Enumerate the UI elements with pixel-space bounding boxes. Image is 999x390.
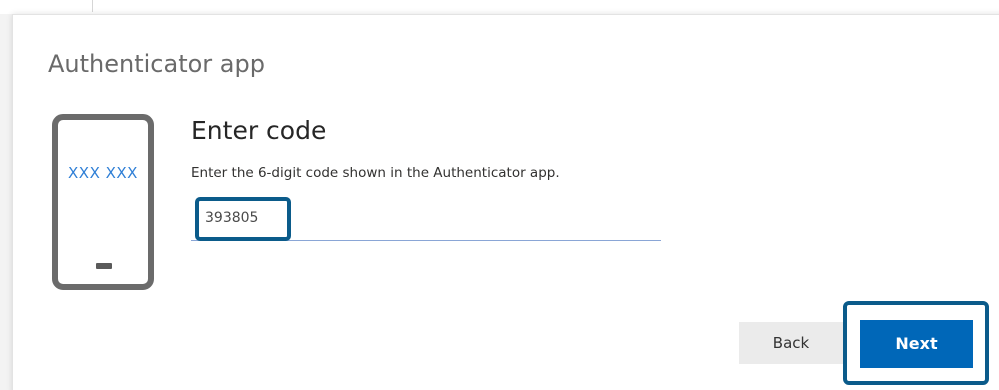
divider (92, 0, 93, 12)
code-input-value[interactable]: 393805 (205, 210, 258, 226)
phone-home-button (96, 263, 112, 269)
next-button[interactable]: Next (860, 320, 973, 368)
enter-code-heading: Enter code (191, 116, 327, 145)
code-instruction: Enter the 6-digit code shown in the Auth… (191, 165, 560, 181)
top-strip (0, 0, 999, 14)
back-button[interactable]: Back (739, 322, 843, 364)
smartphone-icon: XXX XXX (52, 114, 154, 290)
phone-code-placeholder: XXX XXX (68, 164, 138, 182)
authenticator-setup-page: Authenticator app XXX XXX Enter code Ent… (0, 0, 999, 390)
section-title: Authenticator app (48, 50, 265, 78)
